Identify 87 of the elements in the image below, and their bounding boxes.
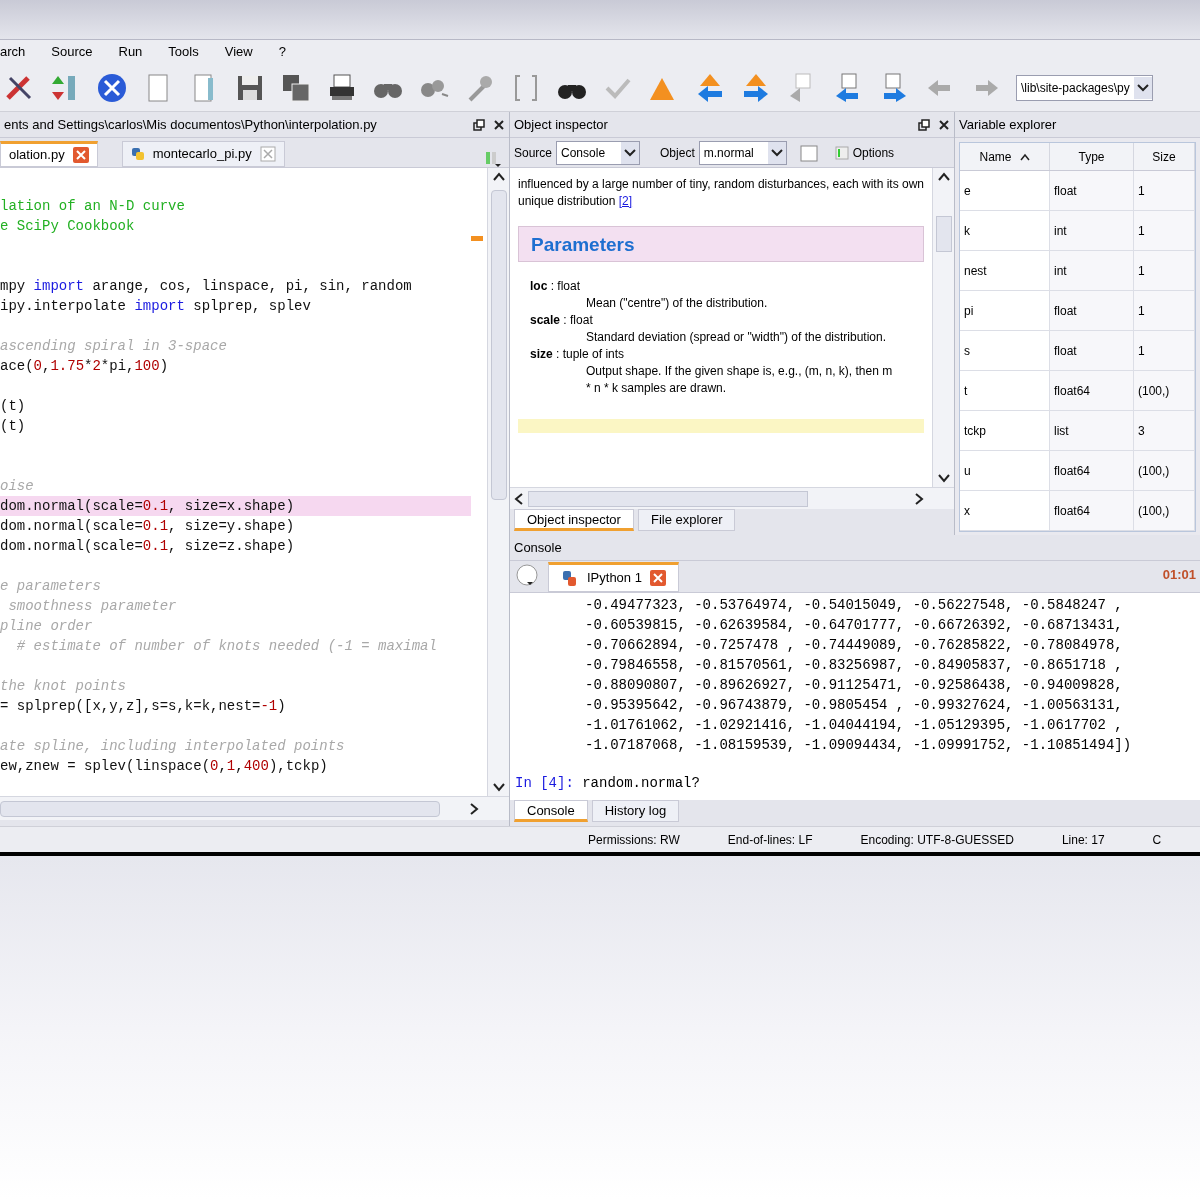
python-icon[interactable] bbox=[130, 147, 145, 161]
sort-ascending-icon[interactable] bbox=[1019, 152, 1030, 161]
param-name: scale : float bbox=[529, 312, 594, 329]
table-cell: float64 bbox=[1050, 371, 1134, 410]
scrollbar-thumb[interactable] bbox=[528, 490, 808, 507]
table-cell: float64 bbox=[1050, 451, 1134, 490]
param-description: Output shape. If the given shape is, e.g., (m, n, k), then m * n * k samples are drawn. bbox=[585, 363, 894, 397]
console-output: -0.88090807, -0.89626927, -0.91125471, -0.92586438, -0.94009828, bbox=[585, 676, 1124, 695]
options-button[interactable]: Options bbox=[834, 143, 895, 162]
console-output: -1.01761062, -1.02921416, -1.04044194, -1.05129395, -1.0617702 , bbox=[585, 716, 1124, 735]
menu-item[interactable]: arch bbox=[0, 42, 26, 62]
menu-item[interactable]: ? bbox=[278, 42, 286, 62]
object-combo[interactable]: m.normal bbox=[698, 140, 787, 165]
param-description: Mean ("centre") of the distribution. bbox=[585, 295, 769, 312]
column-header[interactable]: Size bbox=[1134, 143, 1195, 170]
file-tab[interactable]: olation.py bbox=[0, 141, 98, 167]
table-cell: int bbox=[1050, 211, 1134, 250]
source-combo[interactable]: Console bbox=[556, 140, 641, 165]
horizontal-scrollbar[interactable] bbox=[510, 487, 954, 509]
path-combo[interactable]: \lib\site-packages\py bbox=[1016, 74, 1153, 101]
table-cell: float64 bbox=[1050, 491, 1134, 530]
scrollbar-thumb[interactable] bbox=[935, 216, 952, 252]
field-label: Source bbox=[514, 144, 553, 162]
param-description: Standard deviation (spread or "width") of the distribution. bbox=[585, 329, 888, 346]
close-icon[interactable] bbox=[938, 118, 950, 131]
pane-title: Object inspector bbox=[514, 115, 608, 134]
table-cell: (100,) bbox=[1134, 491, 1195, 530]
file-tab[interactable]: montecarlo_pi.py bbox=[121, 141, 285, 167]
menu-item[interactable]: Tools bbox=[168, 42, 199, 62]
dropdown-icon[interactable] bbox=[767, 141, 786, 164]
table-cell: 1 bbox=[1134, 211, 1195, 250]
status-text: Line: 17 bbox=[1061, 831, 1105, 849]
console-output: -0.60539815, -0.62639584, -0.64701777, -0.66726392, -0.68713431, bbox=[585, 616, 1124, 635]
horizontal-scrollbar[interactable] bbox=[0, 796, 509, 820]
table-cell: int bbox=[1050, 251, 1134, 290]
column-header[interactable]: Name bbox=[960, 143, 1050, 170]
table-cell: 1 bbox=[1134, 331, 1195, 370]
menu-item[interactable]: Run bbox=[118, 42, 143, 62]
param-name: loc : float bbox=[529, 278, 582, 295]
shell-tab[interactable]: IPython 1 bbox=[548, 562, 679, 592]
console-output: -0.49477323, -0.53764974, -0.54015049, -0.56227548, -0.5848247 , bbox=[585, 596, 1124, 615]
table-cell: float bbox=[1050, 171, 1134, 210]
table-cell: 1 bbox=[1134, 251, 1195, 290]
status-text: C bbox=[1152, 831, 1162, 849]
close-icon[interactable] bbox=[493, 118, 505, 131]
console-output: -0.95395642, -0.96743879, -0.9805454 , -0.99327624, -1.00563131, bbox=[585, 696, 1124, 715]
console-output: -1.07187068, -1.08159539, -1.09094434, -1.09991752, -1.10851494]) bbox=[585, 736, 1133, 755]
console-output: -0.70662894, -0.7257478 , -0.74449089, -0.76285822, -0.78084978, bbox=[585, 636, 1124, 655]
table-cell: 3 bbox=[1134, 411, 1195, 450]
column-header[interactable]: Type bbox=[1050, 143, 1134, 170]
table-cell: float bbox=[1050, 331, 1134, 370]
scrollbar-thumb[interactable] bbox=[0, 800, 440, 817]
doc-paragraph: influenced by a large number of tiny, random disturbances, each with its own unique distribution [2] bbox=[518, 176, 924, 210]
tab[interactable]: History log bbox=[591, 800, 680, 822]
table-cell: (100,) bbox=[1134, 371, 1195, 410]
pane-title: Console bbox=[514, 538, 562, 557]
table-cell: 1 bbox=[1134, 291, 1195, 330]
table-cell: (100,) bbox=[1134, 451, 1195, 490]
console-output: -0.79846558, -0.81570561, -0.83256987, -0.84905837, -0.8651718 , bbox=[585, 656, 1124, 675]
field-label: Object bbox=[660, 144, 695, 162]
status-text: End-of-lines: LF bbox=[727, 831, 813, 849]
python-icon[interactable] bbox=[561, 569, 579, 587]
menu-item[interactable]: View bbox=[224, 42, 253, 62]
table-cell: 1 bbox=[1134, 171, 1195, 210]
status-text: Permissions: RW bbox=[588, 831, 680, 849]
tab[interactable]: Object inspector bbox=[514, 509, 634, 531]
tab[interactable]: File explorer bbox=[637, 509, 736, 531]
dropdown-icon[interactable] bbox=[621, 141, 640, 164]
elapsed-time: 01:01 bbox=[1162, 565, 1197, 584]
vertical-scrollbar[interactable] bbox=[487, 168, 509, 796]
table-cell: list bbox=[1050, 411, 1134, 450]
pane-title: Variable explorer bbox=[959, 115, 1057, 134]
section-heading: Parameters bbox=[518, 226, 924, 262]
scrollbar-thumb[interactable] bbox=[490, 190, 507, 500]
warning-marker bbox=[471, 236, 483, 241]
tab[interactable]: Console bbox=[514, 800, 588, 822]
pane-title: ents and Settings\carlos\Mis documentos\Python\interpolation.py bbox=[4, 115, 377, 134]
param-name: size : tuple of ints bbox=[529, 346, 626, 363]
undock-icon[interactable] bbox=[918, 118, 930, 131]
dropdown-icon[interactable] bbox=[1133, 76, 1152, 99]
vertical-scrollbar[interactable] bbox=[932, 168, 954, 487]
undock-icon[interactable] bbox=[473, 118, 485, 131]
status-text: Encoding: UTF-8-GUESSED bbox=[860, 831, 1014, 849]
console-prompt-line: In [4]: random.normal? bbox=[515, 774, 701, 793]
doc-link[interactable]: [2] bbox=[618, 194, 633, 208]
table-cell: float bbox=[1050, 291, 1134, 330]
menu-item[interactable]: Source bbox=[51, 42, 93, 62]
